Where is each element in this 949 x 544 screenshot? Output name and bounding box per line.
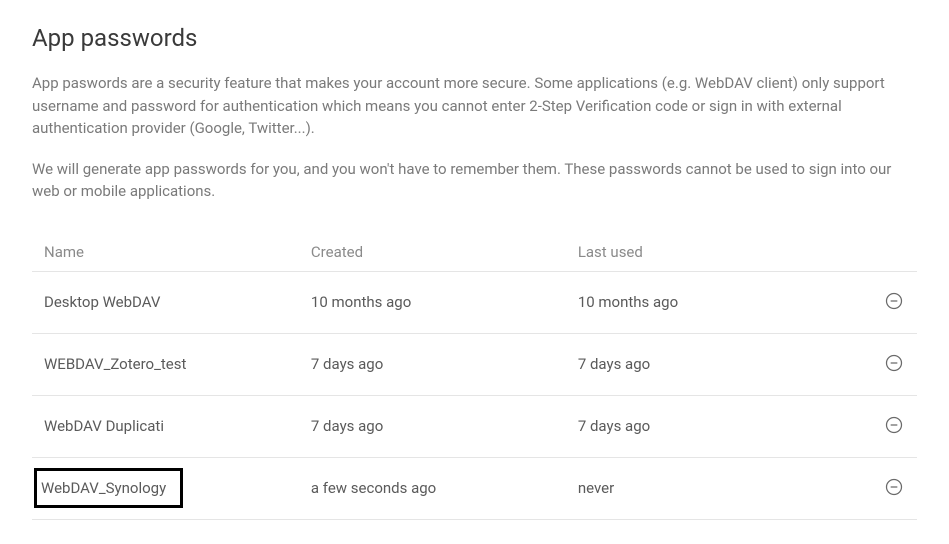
- description-paragraph-2: We will generate app passwords for you, …: [32, 158, 917, 203]
- minus-circle-icon: [884, 415, 904, 435]
- header-action: [845, 243, 905, 261]
- cell-name: Desktop WebDAV: [44, 293, 311, 311]
- minus-circle-icon: [884, 477, 904, 497]
- page-title: App passwords: [32, 24, 917, 52]
- header-lastused: Last used: [578, 243, 845, 261]
- cell-action: [845, 352, 905, 377]
- table-row: WebDAV_Synologya few seconds agonever: [32, 458, 917, 520]
- cell-created: a few seconds ago: [311, 479, 578, 497]
- table-row: WEBDAV_Zotero_test7 days ago7 days ago: [32, 334, 917, 396]
- table-row: Desktop WebDAV10 months ago10 months ago: [32, 272, 917, 334]
- cell-lastused: 10 months ago: [578, 293, 845, 311]
- cell-action: [845, 290, 905, 315]
- cell-created: 10 months ago: [311, 293, 578, 311]
- cell-action: [845, 476, 905, 501]
- cell-name: WebDAV Duplicati: [44, 417, 311, 435]
- minus-circle-icon: [884, 353, 904, 373]
- cell-created: 7 days ago: [311, 417, 578, 435]
- cell-lastused: 7 days ago: [578, 417, 845, 435]
- cell-lastused: never: [578, 479, 845, 497]
- cell-action: [845, 414, 905, 439]
- app-passwords-table: Name Created Last used Desktop WebDAV10 …: [32, 233, 917, 520]
- delete-button[interactable]: [883, 414, 905, 436]
- delete-button[interactable]: [883, 476, 905, 498]
- description-paragraph-1: App paswords are a security feature that…: [32, 72, 917, 140]
- cell-name: WebDAV_Synology: [44, 476, 311, 500]
- cell-lastused: 7 days ago: [578, 355, 845, 373]
- table-row: WebDAV Duplicati7 days ago7 days ago: [32, 396, 917, 458]
- highlight-box: WebDAV_Synology: [34, 468, 183, 508]
- table-header: Name Created Last used: [32, 233, 917, 272]
- delete-button[interactable]: [883, 290, 905, 312]
- cell-name: WEBDAV_Zotero_test: [44, 355, 311, 373]
- delete-button[interactable]: [883, 352, 905, 374]
- cell-created: 7 days ago: [311, 355, 578, 373]
- minus-circle-icon: [884, 291, 904, 311]
- header-name: Name: [44, 243, 311, 261]
- header-created: Created: [311, 243, 578, 261]
